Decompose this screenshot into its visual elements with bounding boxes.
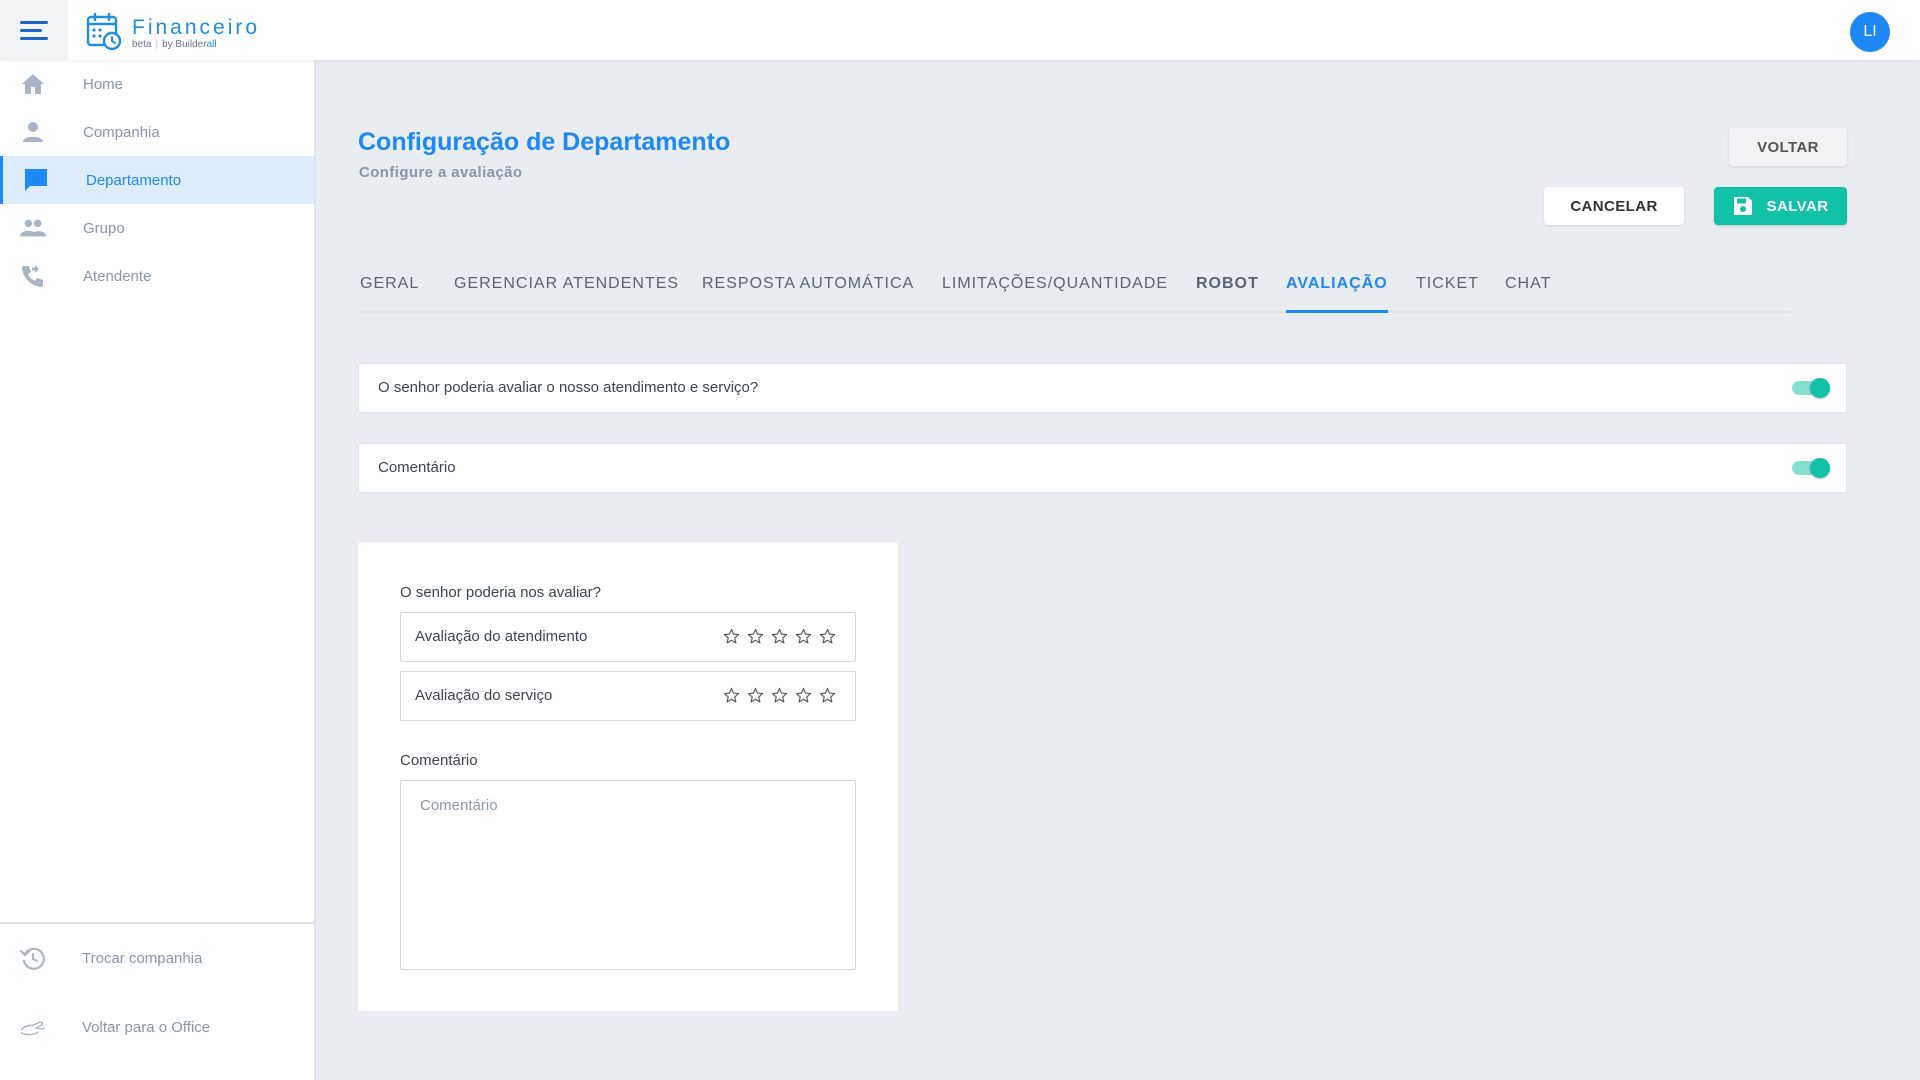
sidebar-item-label: Departamento	[86, 171, 182, 189]
home-icon	[20, 72, 46, 96]
floppy-disk-icon	[1733, 196, 1753, 216]
comment-enabled-toggle[interactable]	[1792, 458, 1830, 478]
menu-toggle-button[interactable]	[0, 0, 68, 60]
sidebar-item-companhia[interactable]: Companhia	[0, 108, 314, 156]
switch-company-label: Trocar companhia	[82, 950, 203, 967]
back-to-office-label: Voltar para o Office	[82, 1019, 211, 1036]
rating-enabled-toggle[interactable]	[1792, 378, 1830, 398]
page-subtitle: Configure a avaliação	[359, 164, 523, 181]
cancel-button[interactable]: CANCELAR	[1544, 187, 1684, 225]
comment-enabled-label: Comentário	[378, 459, 456, 476]
star-icon[interactable]	[793, 626, 813, 646]
tab-chat[interactable]: CHAT	[1505, 275, 1551, 313]
star-icon[interactable]	[817, 626, 837, 646]
phone-forward-icon	[20, 264, 46, 288]
tab-robot[interactable]: ROBOT	[1196, 275, 1259, 313]
save-button-label: SALVAR	[1766, 197, 1829, 215]
sidebar-item-grupo[interactable]: Grupo	[0, 204, 314, 252]
chat-icon	[23, 168, 49, 192]
rating-enabled-label: O senhor poderia avaliar o nosso atendim…	[378, 379, 759, 396]
star-icon[interactable]	[721, 626, 741, 646]
star-icon[interactable]	[745, 626, 765, 646]
rating-enabled-row: O senhor poderia avaliar o nosso atendim…	[358, 363, 1847, 413]
tab-resposta-automatica[interactable]: RESPOSTA AUTOMÁTICA	[702, 275, 914, 313]
calendar-clock-icon	[86, 12, 122, 55]
menu-icon	[20, 20, 48, 40]
save-button[interactable]: SALVAR	[1714, 187, 1847, 225]
sidebar-item-home[interactable]: Home	[0, 60, 314, 108]
star-icon[interactable]	[745, 685, 765, 705]
rating-label: Avaliação do atendimento	[415, 628, 588, 645]
app-logo[interactable]: Financeiro beta | by Builderall	[86, 12, 260, 55]
star-icon[interactable]	[793, 685, 813, 705]
comment-enabled-row: Comentário	[358, 443, 1847, 493]
history-icon	[20, 946, 46, 972]
service-attendance-rating[interactable]: Avaliação do atendimento	[400, 612, 856, 662]
page-title: Configuração de Departamento	[358, 128, 731, 156]
star-icon[interactable]	[721, 685, 741, 705]
tab-gerenciar-atendentes[interactable]: GERENCIAR ATENDENTES	[454, 275, 679, 313]
comment-textarea[interactable]	[400, 780, 856, 970]
comment-label: Comentário	[400, 752, 478, 769]
star-icon[interactable]	[769, 685, 789, 705]
back-to-office-link[interactable]: Voltar para o Office	[0, 993, 314, 1062]
star-icon[interactable]	[817, 685, 837, 705]
tab-ticket[interactable]: TICKET	[1416, 275, 1479, 313]
star-icon[interactable]	[769, 626, 789, 646]
settings-tabs: GERAL GERENCIAR ATENDENTES RESPOSTA AUTO…	[358, 270, 1790, 313]
tab-limitacoes-quantidade[interactable]: LIMITAÇÕES/QUANTIDADE	[942, 275, 1168, 313]
sidebar-item-label: Home	[83, 75, 124, 93]
star-rating	[717, 685, 837, 705]
tab-geral[interactable]: GERAL	[360, 275, 419, 313]
sidebar-footer: Trocar companhia Voltar para o Office	[0, 922, 314, 1080]
sidebar-item-atendente[interactable]: Atendente	[0, 252, 314, 300]
user-avatar[interactable]: LI	[1850, 12, 1890, 52]
rating-question: O senhor poderia nos avaliar?	[400, 584, 601, 601]
app-subtitle: beta | by Builderall	[132, 39, 217, 50]
sidebar: Home Companhia Departamento Grupo Atende…	[0, 60, 316, 1080]
switch-company-link[interactable]: Trocar companhia	[0, 924, 314, 993]
star-rating	[717, 626, 837, 646]
tab-avaliacao[interactable]: AVALIAÇÃO	[1286, 275, 1388, 313]
rating-preview-card: O senhor poderia nos avaliar? Avaliação …	[358, 542, 898, 1011]
sidebar-item-label: Grupo	[83, 219, 125, 237]
top-bar: Financeiro beta | by Builderall LI	[0, 0, 1920, 60]
service-quality-rating[interactable]: Avaliação do serviço	[400, 671, 856, 721]
rating-label: Avaliação do serviço	[415, 687, 553, 704]
back-button[interactable]: VOLTAR	[1729, 128, 1847, 166]
app-title: Financeiro	[132, 16, 261, 39]
hand-icon	[20, 1015, 46, 1041]
sidebar-item-label: Companhia	[83, 123, 160, 141]
person-icon	[20, 120, 46, 144]
sidebar-item-departamento[interactable]: Departamento	[0, 156, 314, 204]
group-icon	[20, 216, 46, 240]
sidebar-item-label: Atendente	[83, 267, 152, 285]
